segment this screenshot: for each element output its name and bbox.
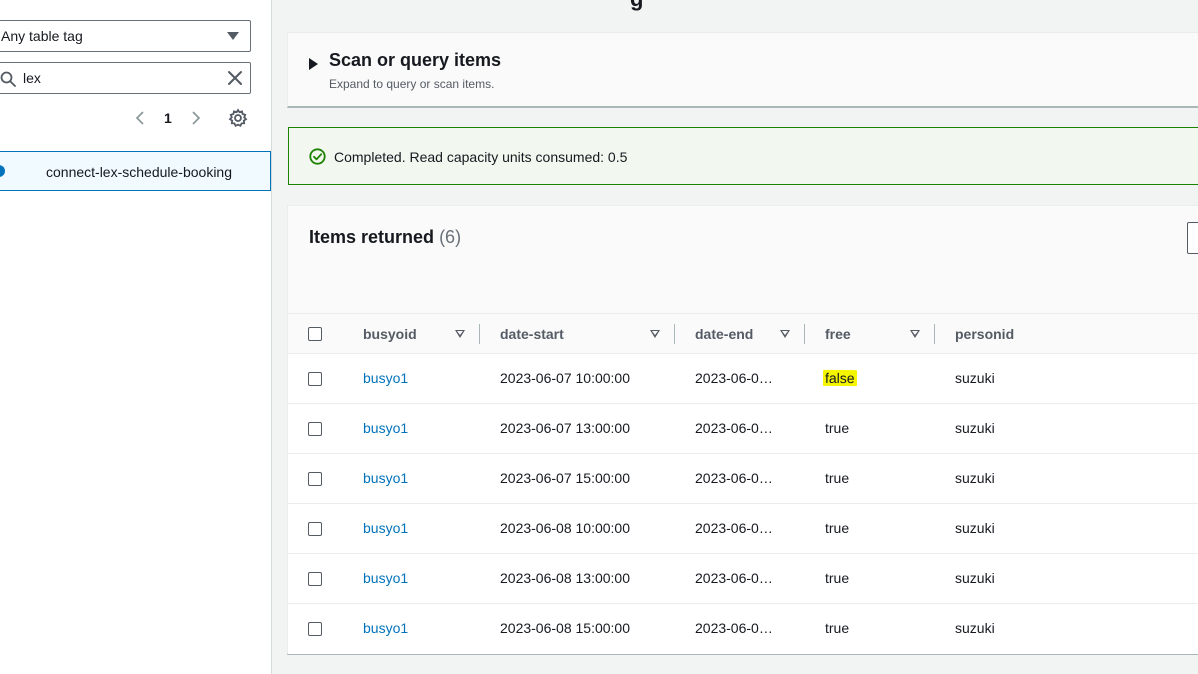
cell-date-end: 2023-06-0… bbox=[695, 520, 773, 536]
column-header-personid[interactable]: personid bbox=[955, 326, 1014, 342]
cell-date-start: 2023-06-08 13:00:00 bbox=[500, 570, 630, 586]
cell-date-end: 2023-06-0… bbox=[695, 420, 773, 436]
cell-personid: suzuki bbox=[955, 420, 995, 436]
chevron-right-icon[interactable] bbox=[188, 111, 202, 125]
items-actions-button[interactable] bbox=[1187, 222, 1198, 254]
cell-personid: suzuki bbox=[955, 520, 995, 536]
row-checkbox[interactable] bbox=[308, 372, 322, 386]
cell-busyoid[interactable]: busyo1 bbox=[363, 370, 408, 386]
table-row[interactable]: busyo1 2023-06-08 10:00:00 2023-06-0… tr… bbox=[288, 504, 1198, 554]
table-search-input[interactable] bbox=[23, 68, 213, 88]
column-header-free[interactable]: free bbox=[825, 326, 851, 342]
caret-right-icon[interactable] bbox=[309, 58, 318, 70]
cell-busyoid[interactable]: busyo1 bbox=[363, 620, 408, 636]
cell-free: true bbox=[825, 520, 850, 536]
table-search-field[interactable] bbox=[0, 62, 251, 94]
current-page-number[interactable]: 1 bbox=[164, 110, 172, 126]
table-row[interactable]: busyo1 2023-06-07 15:00:00 2023-06-0… tr… bbox=[288, 454, 1198, 504]
chevron-left-icon[interactable] bbox=[134, 111, 148, 125]
cell-free: true bbox=[825, 470, 850, 486]
table-tag-filter-select[interactable]: Any table tag bbox=[0, 20, 251, 52]
check-circle-icon bbox=[309, 148, 326, 165]
select-all-checkbox[interactable] bbox=[308, 327, 322, 341]
page-title: g bbox=[630, 0, 643, 12]
row-checkbox[interactable] bbox=[308, 572, 322, 586]
cell-personid: suzuki bbox=[955, 570, 995, 586]
table-name: connect-lex-schedule-booking bbox=[46, 164, 232, 180]
cell-busyoid[interactable]: busyo1 bbox=[363, 520, 408, 536]
table-list-panel: Any table tag 1 connect-lex-schedule-boo… bbox=[0, 0, 272, 674]
items-returned-title: Items returned (6) bbox=[309, 227, 461, 248]
radio-selected-icon[interactable] bbox=[0, 165, 5, 177]
column-header-busyoid[interactable]: busyoid bbox=[363, 326, 417, 342]
cell-date-end: 2023-06-0… bbox=[695, 570, 773, 586]
column-resizer[interactable] bbox=[934, 324, 935, 344]
column-resizer[interactable] bbox=[804, 324, 805, 344]
cell-free: true bbox=[825, 620, 850, 636]
cell-free: false bbox=[822, 369, 857, 387]
items-panel-header: Items returned (6) bbox=[288, 206, 1198, 313]
cell-date-end: 2023-06-0… bbox=[695, 370, 773, 386]
cell-personid: suzuki bbox=[955, 370, 995, 386]
cell-date-start: 2023-06-08 10:00:00 bbox=[500, 520, 630, 536]
status-alert: Completed. Read capacity units consumed:… bbox=[288, 127, 1198, 185]
cell-personid: suzuki bbox=[955, 620, 995, 636]
cell-personid: suzuki bbox=[955, 470, 995, 486]
row-checkbox[interactable] bbox=[308, 472, 322, 486]
cell-date-start: 2023-06-08 15:00:00 bbox=[500, 620, 630, 636]
sort-icon[interactable] bbox=[910, 330, 920, 338]
scan-query-panel[interactable]: Scan or query items Expand to query or s… bbox=[287, 32, 1198, 108]
table-row[interactable]: busyo1 2023-06-07 13:00:00 2023-06-0… tr… bbox=[288, 404, 1198, 454]
column-header-date-start[interactable]: date-start bbox=[500, 326, 564, 342]
table-list-item-selected[interactable]: connect-lex-schedule-booking bbox=[0, 151, 271, 191]
table-list-pagination: 1 bbox=[134, 106, 202, 130]
scan-panel-description: Expand to query or scan items. bbox=[329, 77, 495, 91]
column-resizer[interactable] bbox=[674, 324, 675, 344]
row-checkbox[interactable] bbox=[308, 622, 322, 636]
column-resizer[interactable] bbox=[479, 324, 480, 344]
cell-date-end: 2023-06-0… bbox=[695, 620, 773, 636]
cell-busyoid[interactable]: busyo1 bbox=[363, 420, 408, 436]
cell-date-start: 2023-06-07 13:00:00 bbox=[500, 420, 630, 436]
sort-icon[interactable] bbox=[455, 330, 465, 338]
column-header-date-end[interactable]: date-end bbox=[695, 326, 753, 342]
table-row[interactable]: busyo1 2023-06-08 13:00:00 2023-06-0… tr… bbox=[288, 554, 1198, 604]
table-row[interactable]: busyo1 2023-06-07 10:00:00 2023-06-0… fa… bbox=[288, 354, 1198, 404]
caret-down-icon bbox=[227, 32, 239, 40]
cell-date-start: 2023-06-07 15:00:00 bbox=[500, 470, 630, 486]
cell-free: true bbox=[825, 420, 850, 436]
cell-date-start: 2023-06-07 10:00:00 bbox=[500, 370, 630, 386]
items-returned-panel: Items returned (6) busyoid date-start da… bbox=[287, 205, 1198, 655]
sort-icon[interactable] bbox=[780, 330, 790, 338]
items-count: (6) bbox=[439, 227, 462, 247]
cell-free: true bbox=[825, 570, 850, 586]
tag-filter-value: Any table tag bbox=[1, 28, 83, 44]
row-checkbox[interactable] bbox=[308, 422, 322, 436]
cell-busyoid[interactable]: busyo1 bbox=[363, 570, 408, 586]
items-title-text: Items returned bbox=[309, 227, 435, 247]
clear-icon[interactable] bbox=[227, 70, 243, 86]
sort-icon[interactable] bbox=[650, 330, 660, 338]
cell-busyoid[interactable]: busyo1 bbox=[363, 470, 408, 486]
status-message: Completed. Read capacity units consumed:… bbox=[334, 149, 628, 165]
search-icon bbox=[0, 71, 16, 87]
gear-icon[interactable] bbox=[228, 108, 248, 128]
table-row[interactable]: busyo1 2023-06-08 15:00:00 2023-06-0… tr… bbox=[288, 604, 1198, 654]
cell-date-end: 2023-06-0… bbox=[695, 470, 773, 486]
scan-panel-title[interactable]: Scan or query items bbox=[329, 50, 501, 71]
table-header-row: busyoid date-start date-end free personi… bbox=[288, 313, 1198, 354]
row-checkbox[interactable] bbox=[308, 522, 322, 536]
